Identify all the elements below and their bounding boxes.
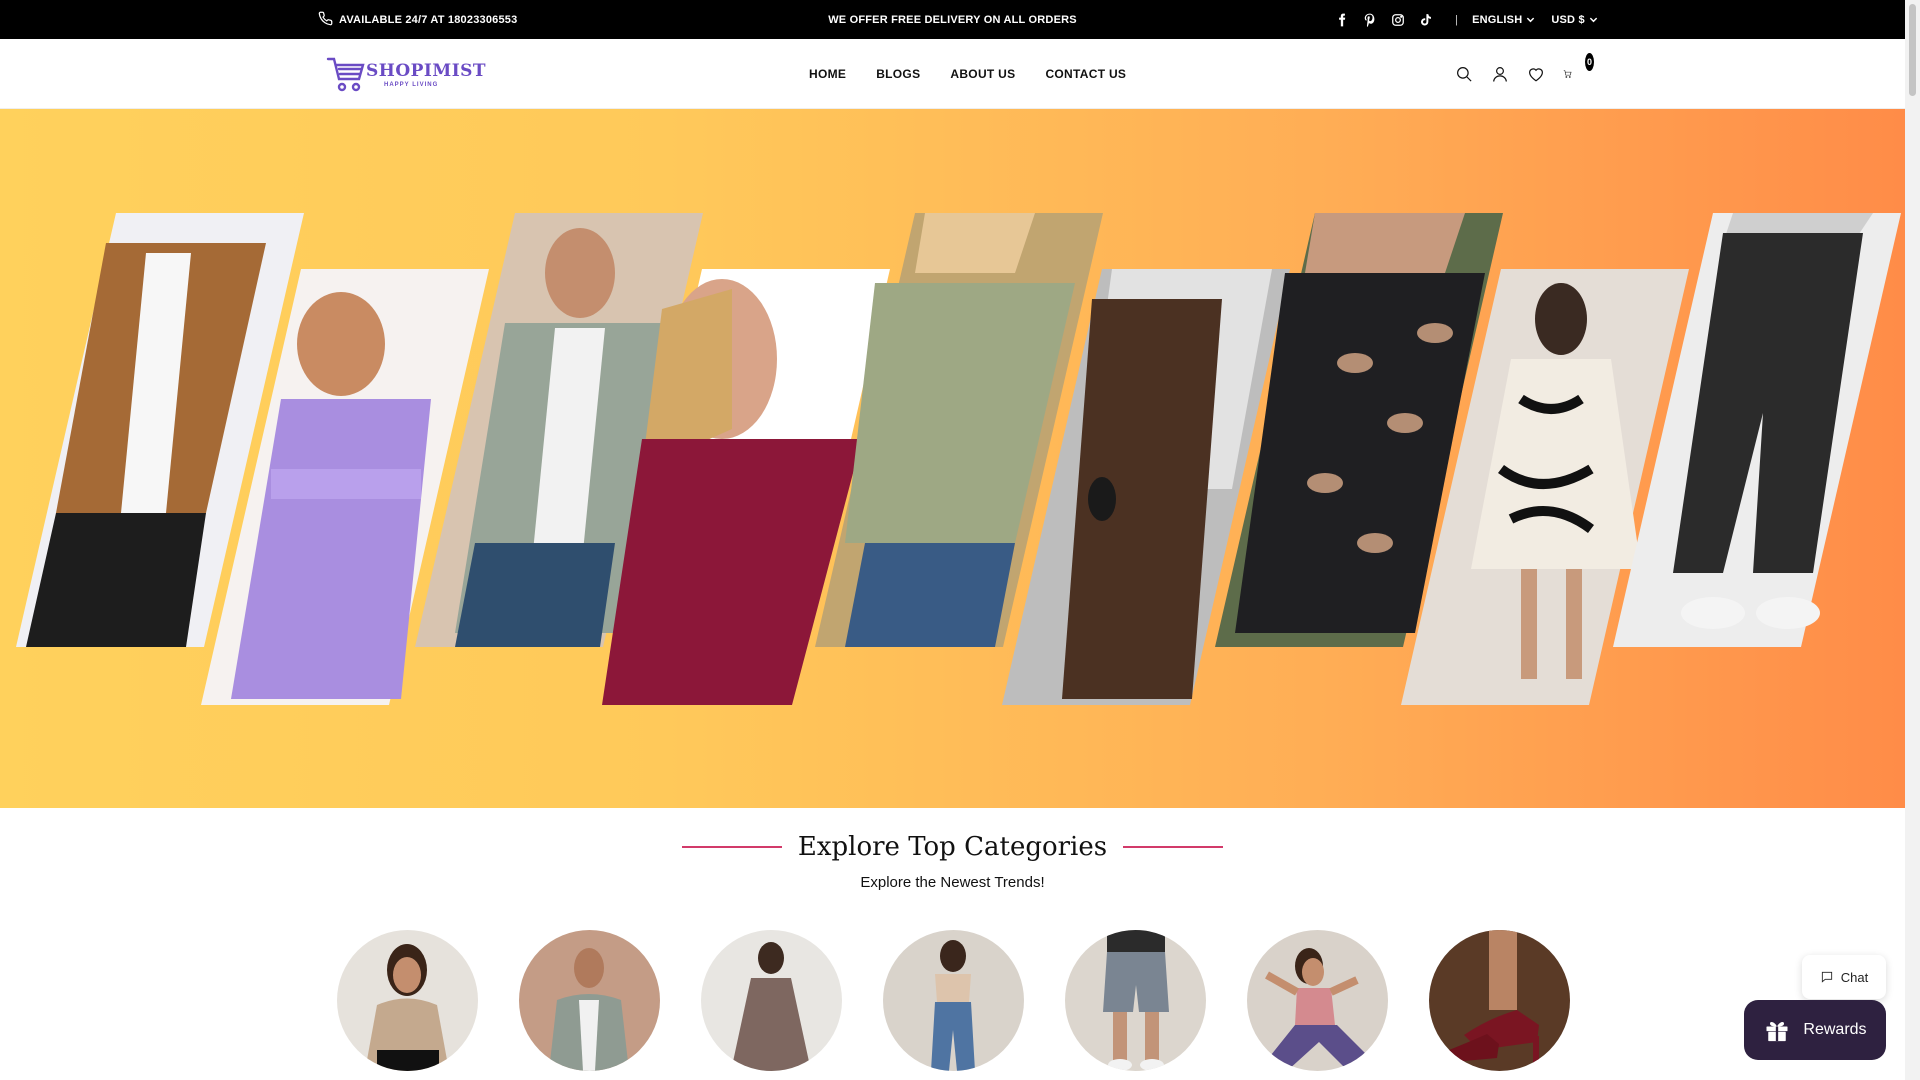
section-header: Explore Top Categories [0, 832, 1905, 862]
announcement-bar: AVAILABLE 24/7 AT 18023306553 WE OFFER F… [0, 0, 1905, 39]
category-beige-tee[interactable] [337, 930, 478, 1071]
currency-value: USD $ [1551, 13, 1585, 26]
cart-count-badge: 0 [1585, 53, 1594, 71]
site-header: SHOPIMIST HAPPY LIVING HOME BLOGS ABOUT … [0, 39, 1905, 109]
category-mauve-dress[interactable] [701, 930, 842, 1071]
category-jeans-look[interactable] [883, 930, 1024, 1071]
rewards-label: Rewards [1803, 1021, 1867, 1038]
account-icon[interactable] [1491, 65, 1509, 83]
logo-text: SHOPIMIST [366, 61, 487, 81]
chat-button[interactable]: Chat [1802, 955, 1886, 999]
nav-home[interactable]: HOME [809, 67, 846, 81]
header-icons: 0 [1455, 39, 1594, 109]
section-subtitle: Explore the Newest Trends! [860, 874, 1045, 891]
category-list [337, 930, 1570, 1071]
offer-text: WE OFFER FREE DELIVERY ON ALL ORDERS [828, 13, 1077, 26]
nav-contact-us[interactable]: CONTACT US [1045, 67, 1126, 81]
cart-icon[interactable]: 0 [1563, 53, 1594, 83]
language-value: ENGLISH [1472, 13, 1523, 26]
hero-panel-leggings [1613, 213, 1901, 647]
chevron-down-icon [1589, 17, 1597, 23]
rewards-button[interactable]: Rewards [1744, 1000, 1886, 1060]
social-links [1334, 12, 1433, 27]
section-title: Explore Top Categories [797, 832, 1108, 862]
instagram-icon[interactable] [1390, 12, 1405, 27]
chat-bubble-icon [1821, 971, 1832, 983]
tiktok-icon[interactable] [1418, 12, 1433, 27]
nav-blogs[interactable]: BLOGS [876, 67, 920, 81]
main-nav: HOME BLOGS ABOUT US CONTACT US [809, 39, 1126, 109]
language-selector[interactable]: ENGLISH [1472, 14, 1535, 26]
chevron-down-icon [1527, 17, 1535, 23]
hero-banner[interactable] [0, 109, 1905, 808]
page-scrollbar[interactable] [1905, 0, 1920, 1080]
search-icon[interactable] [1455, 65, 1473, 83]
scrollbar-thumb[interactable] [1909, 4, 1916, 96]
divider: | [1455, 13, 1459, 26]
facebook-icon[interactable] [1334, 12, 1349, 27]
decorative-line [681, 846, 782, 848]
cart-logo-icon [326, 57, 365, 92]
category-heels[interactable] [1429, 930, 1570, 1071]
wishlist-icon[interactable] [1527, 65, 1545, 83]
currency-selector[interactable]: USD $ [1551, 14, 1597, 26]
gift-icon [1766, 1021, 1788, 1042]
nav-about-us[interactable]: ABOUT US [950, 67, 1015, 81]
category-shorts[interactable] [1065, 930, 1206, 1071]
logo-tagline: HAPPY LIVING [384, 82, 439, 88]
pinterest-icon[interactable] [1362, 12, 1377, 27]
category-men-shirt[interactable] [519, 930, 660, 1071]
chat-label: Chat [1840, 969, 1869, 985]
decorative-line [1123, 846, 1224, 848]
category-activewear[interactable] [1247, 930, 1388, 1071]
logo[interactable]: SHOPIMIST HAPPY LIVING [326, 53, 486, 95]
